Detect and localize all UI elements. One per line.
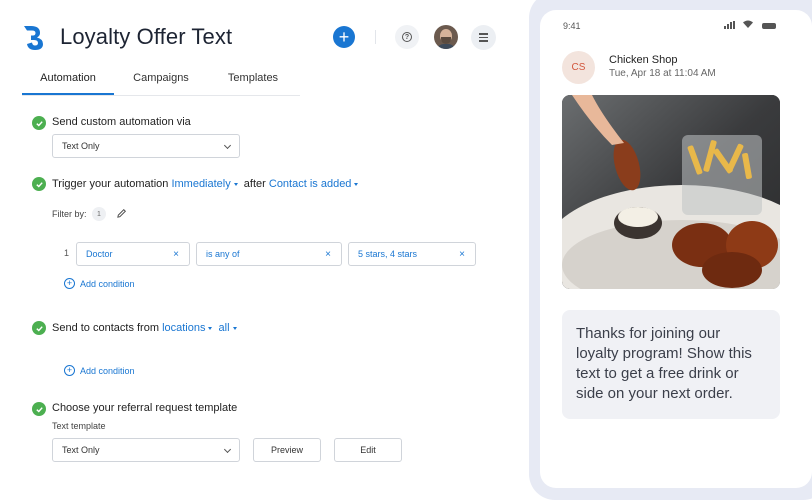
food-photo-icon (562, 95, 780, 289)
tab-campaigns[interactable]: Campaigns (114, 72, 208, 95)
caret-down-icon (354, 182, 359, 186)
caret-down-icon (233, 182, 238, 186)
step-complete-check-icon (32, 177, 46, 191)
signal-icon (724, 21, 735, 29)
plus-circle-icon: + (64, 365, 75, 376)
preview-button[interactable]: Preview (253, 438, 321, 462)
add-condition-button[interactable]: + Add condition (64, 365, 135, 376)
message-timestamp: Tue, Apr 18 at 11:04 AM (609, 68, 716, 79)
condition-operator-value: is any of (206, 249, 240, 259)
condition-index: 1 (64, 248, 70, 258)
condition-value-value: 5 stars, 4 stars (358, 249, 418, 259)
send-via-label: Send custom automation via (52, 116, 191, 128)
contacts-label: Send to contacts from (52, 322, 159, 334)
step-complete-check-icon (32, 321, 46, 335)
page-title: Loyalty Offer Text (60, 24, 233, 49)
template-select[interactable]: Text Only (52, 438, 240, 462)
contacts-source-dropdown[interactable]: locations (162, 322, 215, 334)
close-icon[interactable]: × (173, 249, 179, 260)
close-icon[interactable]: × (459, 249, 465, 260)
template-select-value: Text Only (62, 445, 100, 455)
edit-button[interactable]: Edit (334, 438, 402, 462)
condition-field-value: Doctor (86, 249, 113, 259)
trigger-row: Trigger your automation Immediately afte… (52, 178, 361, 190)
add-condition-label: Add condition (80, 278, 135, 289)
filter-count-badge: 1 (92, 207, 106, 221)
template-sublabel: Text template (52, 421, 106, 431)
user-avatar[interactable] (434, 25, 458, 49)
step-complete-check-icon (32, 402, 46, 416)
plus-icon: + (338, 27, 350, 47)
wifi-icon (743, 20, 753, 28)
caret-down-icon (232, 326, 237, 330)
template-label: Choose your referral request template (52, 402, 238, 414)
sender-name: Chicken Shop (609, 54, 678, 66)
battery-icon (762, 23, 776, 29)
condition-field-chip[interactable]: Doctor × (76, 242, 190, 266)
send-via-select[interactable]: Text Only (52, 134, 240, 158)
sender-avatar: CS (562, 51, 595, 84)
menu-icon (479, 33, 488, 35)
brand-logo-icon (24, 26, 43, 50)
contacts-scope-dropdown[interactable]: all (219, 322, 240, 334)
trigger-timing-dropdown[interactable]: Immediately (171, 178, 240, 190)
chevron-down-icon (223, 445, 232, 454)
tab-templates[interactable]: Templates (208, 72, 298, 95)
condition-operator-chip[interactable]: is any of × (196, 242, 342, 266)
help-icon: ? (402, 32, 412, 42)
chevron-down-icon (223, 141, 232, 150)
add-condition-label: Add condition (80, 365, 135, 376)
caret-down-icon (208, 326, 213, 330)
status-time: 9:41 (563, 21, 581, 31)
trigger-label: Trigger your automation (52, 178, 169, 190)
help-button[interactable]: ? (395, 25, 419, 49)
trigger-event-dropdown[interactable]: Contact is added (269, 178, 362, 190)
close-icon[interactable]: × (325, 249, 331, 260)
filter-by-label: Filter by: (52, 209, 87, 219)
tab-automation[interactable]: Automation (22, 72, 114, 95)
after-text: after (243, 178, 266, 190)
menu-button[interactable] (471, 25, 496, 50)
message-image (562, 95, 780, 289)
message-bubble: Thanks for joining our loyalty program! … (562, 310, 780, 419)
plus-circle-icon: + (64, 278, 75, 289)
edit-pencil-icon[interactable] (116, 208, 127, 219)
contacts-row: Send to contacts from locations all (52, 322, 240, 334)
step-complete-check-icon (32, 116, 46, 130)
send-via-value: Text Only (62, 141, 100, 151)
add-condition-button[interactable]: + Add condition (64, 278, 135, 289)
tab-bar: Automation Campaigns Templates (22, 72, 300, 96)
header-divider (375, 30, 376, 44)
condition-value-chip[interactable]: 5 stars, 4 stars × (348, 242, 476, 266)
add-button[interactable]: + (333, 26, 355, 48)
